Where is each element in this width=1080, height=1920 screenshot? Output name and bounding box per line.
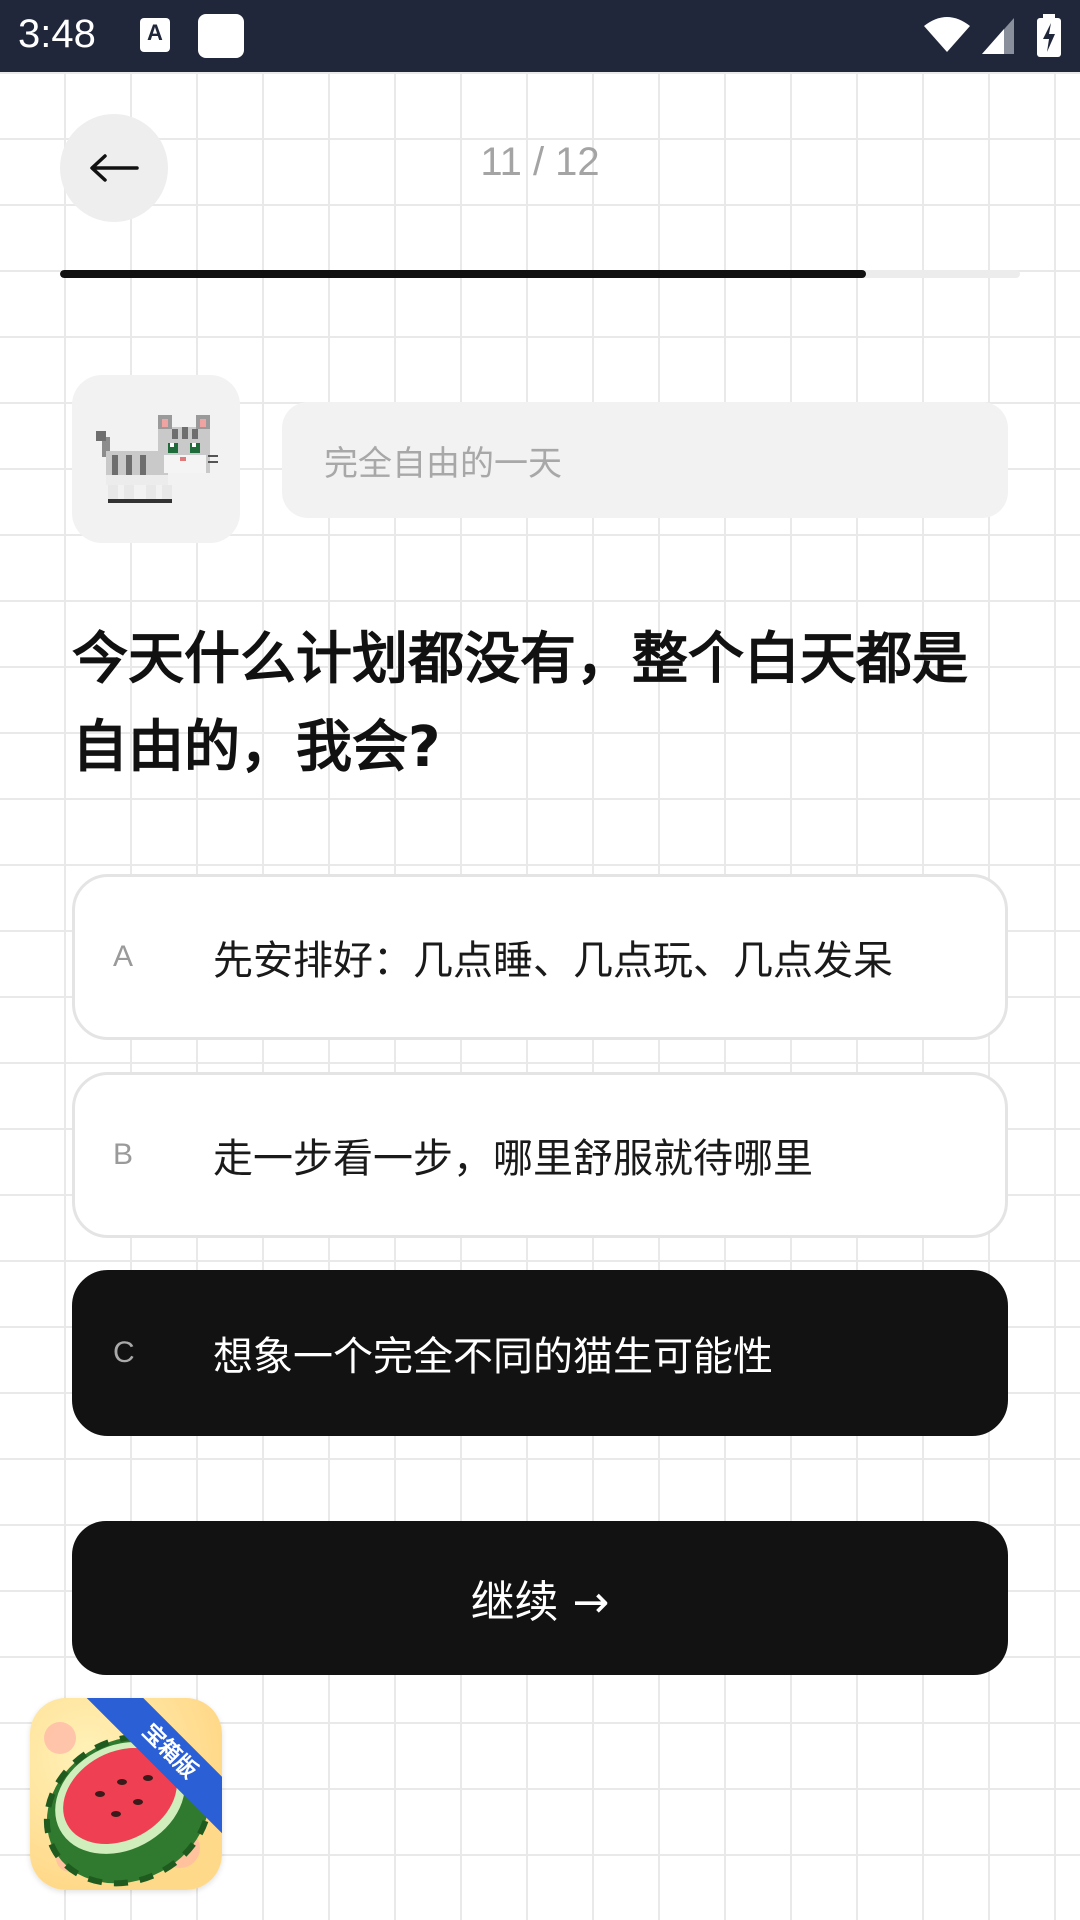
option-c[interactable]: C 想象一个完全不同的猫生可能性 xyxy=(72,1270,1008,1436)
wifi-icon xyxy=(924,17,970,52)
subtitle-bubble: 完全自由的一天 xyxy=(282,402,1008,518)
option-text: 想象一个完全不同的猫生可能性 xyxy=(213,1334,773,1380)
a-notification-icon: A xyxy=(140,18,170,52)
app-notification-icon xyxy=(198,14,244,58)
continue-button[interactable]: 继续 → xyxy=(72,1521,1008,1675)
option-key: C xyxy=(113,1336,135,1369)
progress-bar xyxy=(60,270,1020,278)
option-text: 走一步看一步，哪里舒服就待哪里 xyxy=(213,1136,813,1182)
question-title: 今天什么计划都没有，整个白天都是自由的，我会? xyxy=(72,627,968,780)
option-text: 先安排好：几点睡、几点玩、几点发呆 xyxy=(213,938,893,984)
pixel-cat-icon xyxy=(96,415,218,503)
floating-app-icon[interactable]: 宝箱版 xyxy=(30,1698,222,1890)
status-bar: 3:48 A xyxy=(0,0,1080,72)
subtitle-text: 完全自由的一天 xyxy=(324,443,562,484)
option-a[interactable]: A 先安排好：几点睡、几点玩、几点发呆 xyxy=(72,874,1008,1040)
option-key: A xyxy=(113,940,134,973)
progress-counter: 11 / 12 xyxy=(480,140,600,184)
option-key: B xyxy=(113,1138,134,1171)
option-b[interactable]: B 走一步看一步，哪里舒服就待哪里 xyxy=(72,1072,1008,1238)
progress-bar-fill xyxy=(60,270,867,278)
battery-charging-icon xyxy=(1037,14,1061,57)
avatar xyxy=(72,375,240,543)
status-time: 3:48 xyxy=(18,12,96,56)
cell-signal-icon xyxy=(982,18,1014,54)
